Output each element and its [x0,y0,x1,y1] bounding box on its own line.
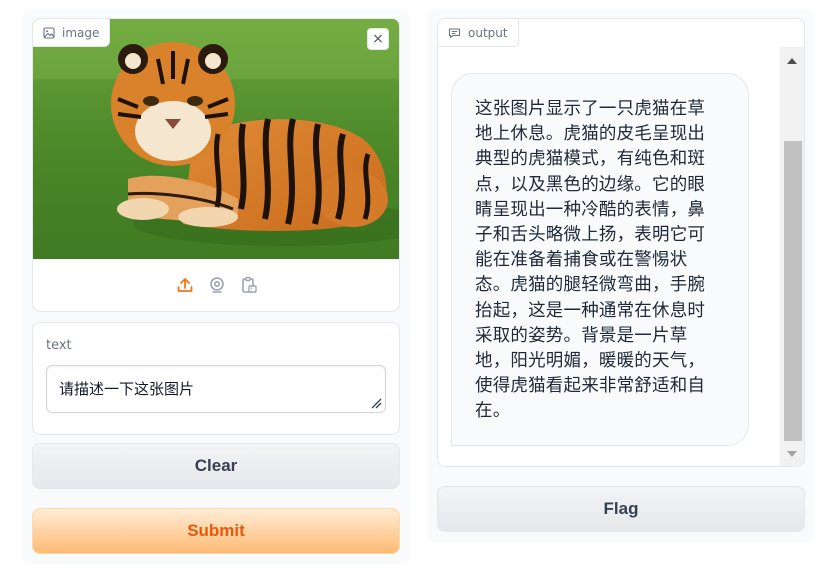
clear-image-symbol: × [372,31,384,47]
message-line: 这张图片显示了一只虎猫在草 [475,99,706,119]
message-line: 地上休息。虎猫的皮毛呈现出 [475,124,706,145]
message-line: 睛呈现出一种冷酷的表情，鼻 [475,199,706,220]
message-line: 子和舌头略微上扬，表明它可 [475,225,706,246]
text-input-value: 请描述一下这张图片 [59,380,195,398]
message-line: 采取的姿势。背景是一片草 [475,325,688,346]
image-input[interactable]: image × [32,18,400,312]
message-line: 能在准备着捕食或在警惕状 [475,250,688,271]
chat-scroll-area[interactable]: 这张图片显示了一只虎猫在草 地上休息。虎猫的皮毛呈现出 典型的虎猫模式，有纯色和… [438,47,804,466]
output-chatbot: output 这张图片显示了一只虎猫在草 地上休息。虎猫的皮毛呈现出 典型的虎猫… [437,18,805,467]
chat-icon [448,27,461,38]
tiger-photo [33,19,399,259]
webcam-icon[interactable] [207,275,227,295]
clear-button[interactable]: Clear [32,443,400,489]
close-icon[interactable]: × [367,28,389,50]
input-panel: image × text 请描述一下这张图片 Clear Submit [22,9,410,564]
bot-message: 这张图片显示了一只虎猫在草 地上休息。虎猫的皮毛呈现出 典型的虎猫模式，有纯色和… [451,73,749,446]
text-input[interactable]: 请描述一下这张图片 [46,365,386,413]
image-label-tab: image [33,19,111,47]
clipboard-icon[interactable] [239,275,259,295]
output-panel: output 这张图片显示了一只虎猫在草 地上休息。虎猫的皮毛呈现出 典型的虎猫… [427,9,814,542]
vertical-scrollbar[interactable] [780,47,804,466]
message-line: 地，阳光明媚，暖暖的天气， [475,351,706,372]
scroll-up-arrow-icon[interactable] [780,51,804,71]
message-line: 在。 [475,401,511,422]
message-line: 典型的虎猫模式，有纯色和斑 [475,149,706,170]
text-input-block: text 请描述一下这张图片 [32,322,400,435]
message-line: 抬起，这是一种通常在休息时 [475,300,706,321]
scrollbar-thumb[interactable] [784,141,802,441]
output-label-tab: output [438,19,519,47]
scroll-down-arrow-icon[interactable] [780,444,804,464]
resize-handle-icon[interactable] [370,397,382,409]
output-label: output [468,25,508,40]
image-source-bar [33,259,399,311]
flag-button[interactable]: Flag [437,486,805,532]
message-line: 态。虎猫的腿轻微弯曲，手腕 [475,275,706,296]
image-icon [43,26,55,39]
submit-button[interactable]: Submit [32,508,400,554]
image-label: image [62,25,100,40]
message-line: 使得虎猫看起来非常舒适和自 [475,376,706,397]
message-line: 点，以及黑色的边缘。它的眼 [475,174,706,195]
upload-icon[interactable] [175,275,195,295]
text-label: text [46,338,72,353]
